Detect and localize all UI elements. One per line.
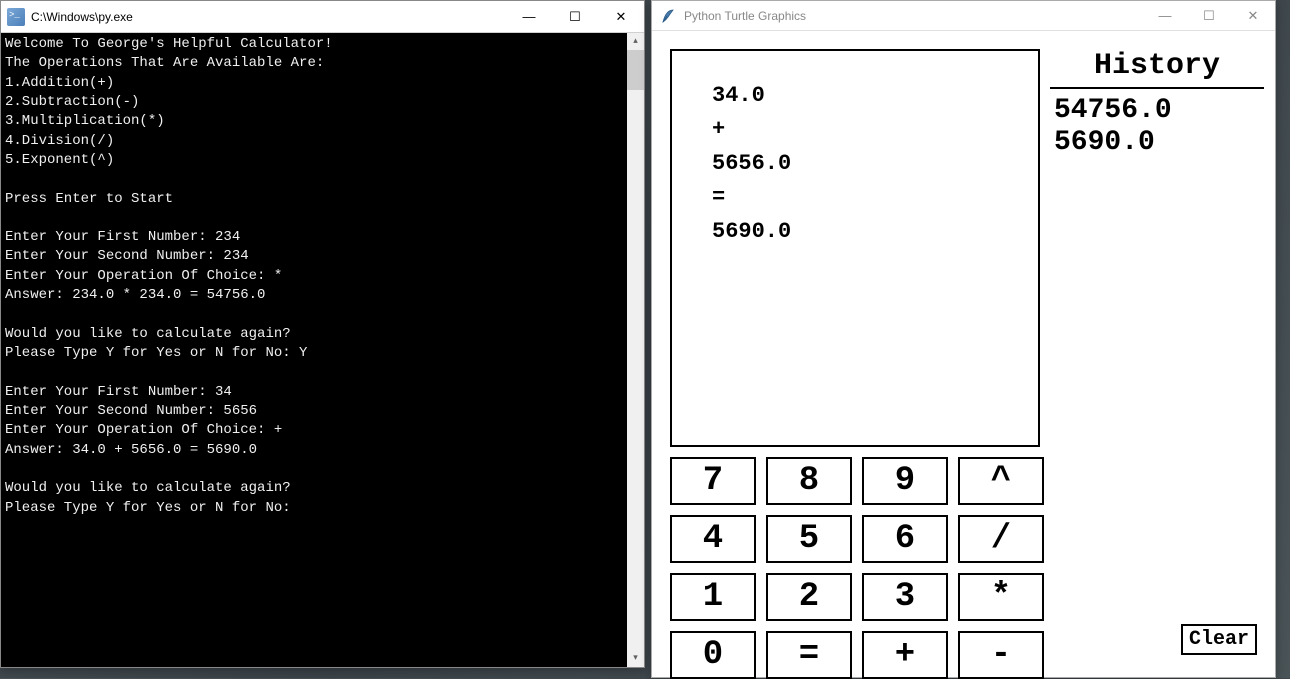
keypad-button-7[interactable]: 7 bbox=[670, 457, 756, 505]
console-output: Welcome To George's Helpful Calculator! … bbox=[5, 35, 640, 518]
keypad-button-+[interactable]: + bbox=[862, 631, 948, 679]
console-titlebar[interactable]: C:\Windows\py.exe — ☐ ✕ bbox=[1, 1, 644, 33]
turtle-canvas: 34.0 + 5656.0 = 5690.0 789^456/123*0=+- … bbox=[652, 31, 1275, 677]
close-button[interactable]: ✕ bbox=[598, 1, 644, 32]
console-scrollbar[interactable]: ▴ ▾ bbox=[627, 33, 644, 667]
python-feather-icon bbox=[660, 8, 676, 24]
display-equals: = bbox=[712, 181, 998, 215]
keypad-button-3[interactable]: 3 bbox=[862, 573, 948, 621]
keypad-button-/[interactable]: / bbox=[958, 515, 1044, 563]
turtle-window-controls: — ☐ ✕ bbox=[1143, 1, 1275, 30]
scroll-up-icon[interactable]: ▴ bbox=[627, 33, 644, 50]
maximize-button[interactable]: ☐ bbox=[1187, 1, 1231, 30]
keypad-button--[interactable]: - bbox=[958, 631, 1044, 679]
calculator-keypad: 789^ 456/ 123* 0=+- bbox=[670, 457, 1044, 679]
turtle-titlebar[interactable]: Python Turtle Graphics — ☐ ✕ bbox=[652, 1, 1275, 31]
keypad-button-4[interactable]: 4 bbox=[670, 515, 756, 563]
scrollbar-thumb[interactable] bbox=[627, 50, 644, 90]
history-title: History bbox=[1050, 49, 1264, 89]
history-panel: History 54756.05690.0 bbox=[1050, 49, 1264, 165]
display-operand2: 5656.0 bbox=[712, 147, 998, 181]
keypad-button-^[interactable]: ^ bbox=[958, 457, 1044, 505]
display-operand1: 34.0 bbox=[712, 79, 998, 113]
console-window: C:\Windows\py.exe — ☐ ✕ Welcome To Georg… bbox=[0, 0, 645, 668]
turtle-window: Python Turtle Graphics — ☐ ✕ 34.0 + 5656… bbox=[651, 0, 1276, 678]
console-body[interactable]: Welcome To George's Helpful Calculator! … bbox=[1, 33, 644, 667]
calculator-display: 34.0 + 5656.0 = 5690.0 bbox=[670, 49, 1040, 447]
keypad-button-=[interactable]: = bbox=[766, 631, 852, 679]
keypad-button-*[interactable]: * bbox=[958, 573, 1044, 621]
keypad-button-1[interactable]: 1 bbox=[670, 573, 756, 621]
maximize-button[interactable]: ☐ bbox=[552, 1, 598, 32]
history-item: 54756.0 bbox=[1054, 95, 1260, 127]
keypad-button-2[interactable]: 2 bbox=[766, 573, 852, 621]
keypad-button-8[interactable]: 8 bbox=[766, 457, 852, 505]
display-operator: + bbox=[712, 113, 998, 147]
minimize-button[interactable]: — bbox=[1143, 1, 1187, 30]
scroll-down-icon[interactable]: ▾ bbox=[627, 650, 644, 667]
keypad-button-6[interactable]: 6 bbox=[862, 515, 948, 563]
console-title: C:\Windows\py.exe bbox=[31, 10, 506, 24]
console-app-icon bbox=[7, 8, 25, 26]
close-button[interactable]: ✕ bbox=[1231, 1, 1275, 30]
history-items: 54756.05690.0 bbox=[1050, 89, 1264, 165]
minimize-button[interactable]: — bbox=[506, 1, 552, 32]
keypad-button-9[interactable]: 9 bbox=[862, 457, 948, 505]
keypad-button-5[interactable]: 5 bbox=[766, 515, 852, 563]
display-result: 5690.0 bbox=[712, 215, 998, 249]
turtle-title: Python Turtle Graphics bbox=[684, 9, 1143, 23]
clear-button[interactable]: Clear bbox=[1181, 624, 1257, 655]
history-item: 5690.0 bbox=[1054, 127, 1260, 159]
console-window-controls: — ☐ ✕ bbox=[506, 1, 644, 32]
keypad-button-0[interactable]: 0 bbox=[670, 631, 756, 679]
